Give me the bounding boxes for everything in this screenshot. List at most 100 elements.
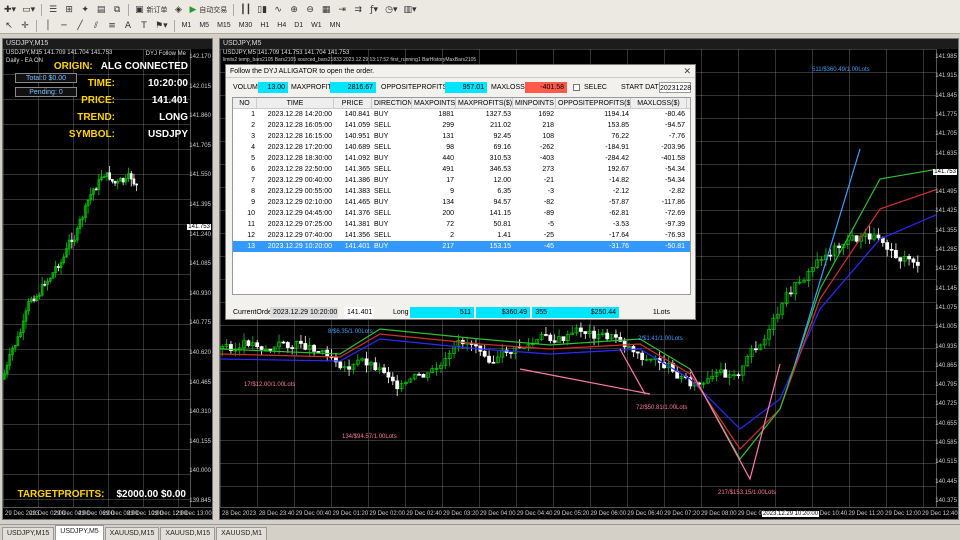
table-row[interactable]: 5 2023.12.28 18:30:00 141.092 BUY 440 310.53 -… — [233, 153, 690, 164]
volume-field[interactable]: 13.00 — [258, 82, 288, 93]
table-cell: SELL — [374, 166, 392, 173]
horizontal-line-icon[interactable]: ─ — [57, 19, 71, 33]
annotation-label: 217/$153.15/1.00Lots — [718, 490, 777, 496]
col-maxprofits[interactable]: MAXPROFITS($) — [456, 98, 513, 108]
table-row[interactable]: 7 2023.12.29 00:40:00 141.386 BUY 17 12.00 -21… — [233, 175, 690, 186]
text-tool-icon[interactable]: A — [121, 19, 135, 33]
table-row[interactable]: 9 2023.12.29 02:10:00 141.465 BUY 134 94.57 -8… — [233, 197, 690, 208]
table-row[interactable]: 13 2023.12.29 10:20:00 141.401 BUY 217 153.15… — [233, 241, 690, 252]
col-oppositeprofits[interactable]: OPPOSITEPROFITS($) — [556, 98, 631, 108]
cursor-icon[interactable]: ↖ — [2, 19, 16, 33]
time-axis[interactable]: 28 Dec 2023 28 Dec 23:40 29 Dec 00:40 29 De… — [220, 507, 958, 519]
dialog-title-bar[interactable]: Follow the DYJ ALLIGATOR to open the ord… — [226, 65, 695, 78]
close-icon[interactable]: ✕ — [683, 65, 691, 78]
start-date-field[interactable]: 20231228 — [659, 82, 691, 93]
table-row[interactable]: 1 2023.12.28 14:20:00 140.841 BUY 1881 1327.5… — [233, 109, 690, 120]
candle-body — [338, 361, 343, 369]
arrows-icon[interactable]: ⚑▾ — [153, 19, 170, 33]
table-cell: 9 — [251, 199, 255, 206]
new-chart-icon[interactable]: ✚▾ — [2, 3, 18, 17]
table-row[interactable]: 8 2023.12.29 00:55:00 141.383 SELL 9 6.35 -3 -2… — [233, 186, 690, 197]
crosshair-icon[interactable]: ✛ — [18, 19, 32, 33]
timeframe-h4[interactable]: H4 — [274, 22, 289, 29]
maxloss-field[interactable]: -401.58 — [525, 82, 567, 93]
tab-xauusd-m15[interactable]: XAUUSD,M15 — [104, 527, 160, 540]
terminal-icon[interactable]: ▤ — [94, 3, 108, 17]
tile-windows-icon[interactable]: ▦ — [319, 3, 333, 17]
candle-body — [32, 298, 36, 302]
timeframe-m15[interactable]: M15 — [214, 22, 234, 29]
maxprofits-field[interactable]: 2816.67 — [330, 82, 376, 93]
col-no[interactable]: NO — [233, 98, 257, 108]
alligator-order-dialog[interactable]: Follow the DYJ ALLIGATOR to open the ord… — [225, 64, 696, 320]
timeframe-m30[interactable]: M30 — [236, 22, 256, 29]
table-row[interactable]: 11 2023.12.29 07:25:00 141.381 BUY 72 50.81 -5… — [233, 219, 690, 230]
autoscroll-icon[interactable]: ⇉ — [351, 3, 365, 17]
tab-xauusd-m1[interactable]: XAUUSD,M1 — [216, 527, 267, 540]
tester-icon[interactable]: ⧉ — [110, 3, 124, 17]
price-axis[interactable]: 142.170 142.015 141.860 141.705 141.550 141.3… — [187, 49, 212, 507]
timeframe-d1[interactable]: D1 — [291, 22, 306, 29]
candle-body — [885, 242, 890, 250]
line-chart-icon[interactable]: ∿ — [271, 3, 285, 17]
tab-usdjpy-m5[interactable]: USDJPY,M5 — [55, 525, 104, 540]
candle-body — [70, 239, 74, 242]
col-maxloss[interactable]: MAXLOSS($) — [631, 98, 687, 108]
table-row[interactable]: 4 2023.12.28 17:20:00 140.689 SELL 98 69.16 -2… — [233, 142, 690, 153]
current-order-maxpoints: 511 — [410, 307, 474, 318]
orders-table[interactable]: NO TIME PRICE DIRECTION MAXPOINTS MAXPRO… — [232, 97, 691, 295]
data-window-icon[interactable]: ⊞ — [62, 3, 76, 17]
table-header: NO TIME PRICE DIRECTION MAXPOINTS MAXPRO… — [233, 98, 690, 109]
market-watch-icon[interactable]: ☰ — [46, 3, 60, 17]
table-cell: 2023.12.28 16:15:00 — [267, 133, 332, 140]
periods-icon[interactable]: ◷▾ — [383, 3, 399, 17]
table-cell: 98 — [446, 144, 454, 151]
metaeditor-icon[interactable]: ◈ — [171, 3, 185, 17]
label-tool-icon[interactable]: T — [137, 19, 151, 33]
candle-body — [583, 331, 588, 334]
col-price[interactable]: PRICE — [334, 98, 372, 108]
profiles-icon[interactable]: ▭▾ — [20, 3, 37, 17]
new-order-button[interactable]: ▣ 新订单 — [133, 3, 169, 17]
price-label: 141.985 — [935, 54, 957, 60]
col-minpoints[interactable]: MINPOINTS — [513, 98, 556, 108]
candle-body — [316, 351, 321, 353]
oppositeprofits-field[interactable]: 957.01 — [445, 82, 487, 93]
pending-box: Pending: 0 — [15, 87, 77, 97]
price-axis[interactable]: 141.985 141.915 141.845 141.775 141.705 141.6… — [933, 49, 958, 507]
timeframe-mn[interactable]: MN — [327, 22, 344, 29]
chart-shift-icon[interactable]: ⇥ — [335, 3, 349, 17]
timeframe-w1[interactable]: W1 — [308, 22, 325, 29]
timeframe-m1[interactable]: M1 — [179, 22, 195, 29]
timeframe-m5[interactable]: M5 — [196, 22, 212, 29]
time-label: 29 Dec 03:20 — [443, 511, 479, 517]
indicators-icon[interactable]: ƒ▾ — [367, 3, 381, 17]
zoom-in-icon[interactable]: ⊕ — [287, 3, 301, 17]
time-axis[interactable]: 29 Dec 2023 29 Dec 02:00 29 Dec 04:00 29 De… — [3, 507, 212, 519]
table-row[interactable]: 10 2023.12.29 04:45:00 141.376 SELL 200 141.1… — [233, 208, 690, 219]
templates-icon[interactable]: ▥▾ — [402, 3, 419, 17]
trendline-icon[interactable]: ╱ — [73, 19, 87, 33]
tab-usdjpy-m15[interactable]: USDJPY,M15 — [2, 527, 55, 540]
selec-checkbox[interactable] — [573, 84, 580, 91]
zoom-out-icon[interactable]: ⊖ — [303, 3, 317, 17]
navigator-icon[interactable]: ✦ — [78, 3, 92, 17]
fibonacci-icon[interactable]: ≡ — [105, 19, 119, 33]
col-maxpoints[interactable]: MAXPOINTS — [412, 98, 456, 108]
tab-xauusd-m15-2[interactable]: XAUUSD,M15 — [160, 527, 216, 540]
table-row[interactable]: 2 2023.12.28 16:05:00 141.059 SELL 299 211.02… — [233, 120, 690, 131]
time-label: 29 Dec 06:00 — [590, 511, 627, 517]
table-row[interactable]: 6 2023.12.28 22:50:00 141.365 SELL 491 346.53… — [233, 164, 690, 175]
timeframe-h1[interactable]: H1 — [257, 22, 272, 29]
col-time[interactable]: TIME — [257, 98, 334, 108]
channel-icon[interactable]: ⫽ — [89, 19, 103, 33]
vertical-line-icon[interactable]: │ — [41, 19, 55, 33]
candlestick-icon[interactable]: ▯▮ — [255, 3, 269, 17]
table-row[interactable]: 12 2023.12.29 07:40:00 141.356 SELL 2 1.41 -25… — [233, 230, 690, 241]
auto-trading-button[interactable]: ▶ 自动交易 — [187, 3, 229, 17]
table-row[interactable]: 3 2023.12.28 16:15:00 140.951 BUY 131 92.45 10… — [233, 131, 690, 142]
col-direction[interactable]: DIRECTION — [372, 98, 412, 108]
chart-window-usdjpy-m15[interactable]: USDJPY,M15 USDJPY,M15 141.709 141.704 14… — [2, 38, 213, 520]
dialog-title: Follow the DYJ ALLIGATOR to open the ord… — [230, 68, 375, 75]
bar-chart-icon[interactable]: ┃┃ — [238, 3, 253, 17]
